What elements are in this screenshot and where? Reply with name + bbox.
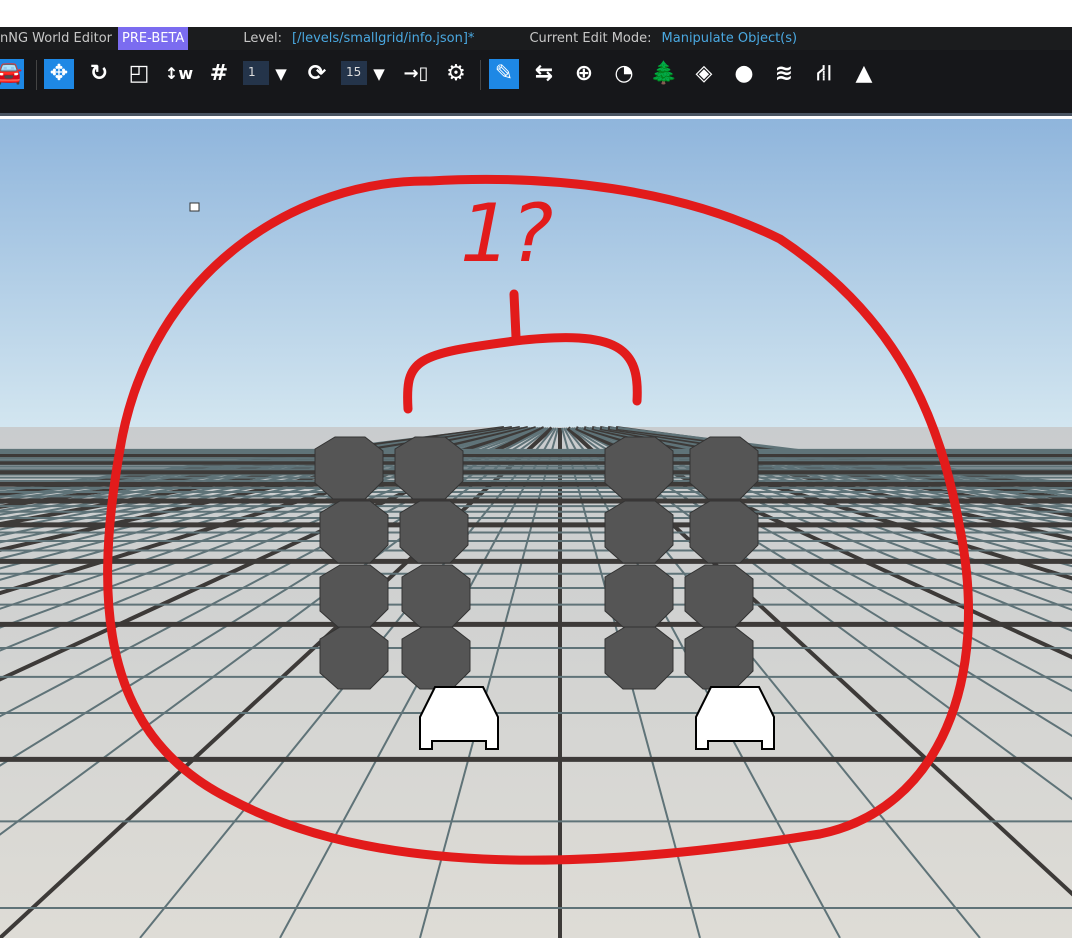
rock[interactable]: [684, 626, 754, 690]
car-spawn-icon[interactable]: [419, 686, 499, 750]
car-icon[interactable]: 🚘: [0, 59, 24, 89]
level-label: Level:: [243, 31, 283, 46]
ruler-icon[interactable]: →▯: [401, 59, 431, 89]
rotate-snap-icon[interactable]: ⟳: [302, 59, 332, 89]
settings-icon[interactable]: ⚙: [441, 59, 471, 89]
pencil-icon[interactable]: ✎: [489, 59, 519, 89]
world-axis-icon[interactable]: ↕w: [164, 59, 194, 89]
grid-snap-icon[interactable]: #: [204, 59, 234, 89]
rotate-icon[interactable]: ↻: [84, 59, 114, 89]
object-placer-icon[interactable]: ●: [729, 59, 759, 89]
annotation-text: 1?: [460, 187, 553, 280]
car-spawn-icon[interactable]: [695, 686, 775, 750]
level-path[interactable]: [/levels/smallgrid/info.json]*: [292, 31, 474, 46]
rock[interactable]: [689, 500, 759, 564]
pre-beta-badge: PRE-BETA: [118, 27, 189, 50]
scale-icon[interactable]: ◰: [124, 59, 154, 89]
dropdown-icon[interactable]: ▼: [266, 59, 296, 89]
road-icon[interactable]: ⛙: [809, 59, 839, 89]
rock[interactable]: [684, 564, 754, 628]
edit-mode-label: Current Edit Mode:: [529, 31, 652, 46]
river-icon[interactable]: ≋: [769, 59, 799, 89]
terrain-icon[interactable]: ▲: [849, 59, 879, 89]
camera-marker-icon[interactable]: [189, 202, 200, 212]
rock[interactable]: [319, 626, 389, 690]
rock[interactable]: [319, 500, 389, 564]
app-title: nNG World Editor: [0, 31, 113, 46]
rock[interactable]: [394, 436, 464, 500]
dropdown-icon[interactable]: ▼: [364, 59, 394, 89]
decal-icon[interactable]: ◔: [609, 59, 639, 89]
rock[interactable]: [689, 436, 759, 500]
rock[interactable]: [399, 500, 469, 564]
camera-path-icon[interactable]: ⇆: [529, 59, 559, 89]
rock[interactable]: [401, 564, 471, 628]
forest-icon[interactable]: 🌲: [649, 59, 679, 89]
mesh-road-icon[interactable]: ◈: [689, 59, 719, 89]
rock[interactable]: [401, 626, 471, 690]
separator: [480, 60, 481, 90]
rock[interactable]: [314, 436, 384, 500]
3d-viewport[interactable]: 1?: [0, 119, 1072, 938]
add-icon[interactable]: ⊕: [569, 59, 599, 89]
edit-mode-value: Manipulate Object(s): [661, 31, 798, 46]
translate-icon[interactable]: ✥: [44, 59, 74, 89]
separator: [36, 60, 37, 90]
rock[interactable]: [604, 626, 674, 690]
rock[interactable]: [319, 564, 389, 628]
title-bar: nNG World Editor PRE-BETA Level: [/level…: [0, 27, 1072, 50]
rock[interactable]: [604, 564, 674, 628]
toolbar: 🚘 ✥ ↻ ◰ ↕w # 1 ▼ ⟳ 15 ▼ →▯ ⚙ ✎ ⇆ ⊕ ◔ 🌲 ◈…: [0, 50, 1072, 116]
rock[interactable]: [604, 500, 674, 564]
rock[interactable]: [604, 436, 674, 500]
